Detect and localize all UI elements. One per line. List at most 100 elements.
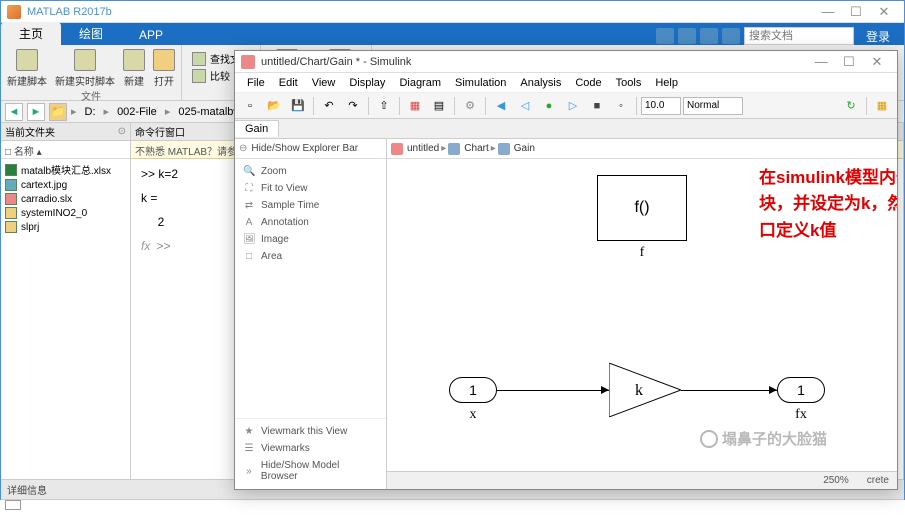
tab-home[interactable]: 主页 bbox=[1, 22, 61, 45]
path-segment[interactable]: D: bbox=[81, 106, 100, 118]
simulink-window: untitled/Chart/Gain * - Simulink — ☐ ✕ F… bbox=[234, 50, 898, 490]
menu-file[interactable]: File bbox=[241, 75, 271, 91]
login-button[interactable]: 登录 bbox=[858, 28, 898, 45]
redo-button[interactable]: ↷ bbox=[342, 96, 364, 116]
simulink-logo-icon bbox=[241, 55, 255, 69]
signal-line[interactable] bbox=[497, 390, 609, 391]
path-fwd-button[interactable]: ► bbox=[27, 103, 45, 121]
undo-button[interactable]: ↶ bbox=[318, 96, 340, 116]
inport-block[interactable]: 1 x bbox=[449, 377, 497, 423]
menu-diagram[interactable]: Diagram bbox=[393, 75, 447, 91]
explorer-item[interactable]: A Annotation bbox=[235, 214, 386, 231]
new-livescript-button[interactable]: 新建实时脚本 bbox=[55, 49, 115, 88]
folder-col-name: 名称 bbox=[14, 147, 34, 158]
matlab-logo-icon bbox=[7, 5, 21, 19]
explorer-item[interactable]: ⇄Sample Time bbox=[235, 197, 386, 214]
menu-simulation[interactable]: Simulation bbox=[449, 75, 512, 91]
explorer-item[interactable]: »Hide/Show Model Browser bbox=[235, 457, 386, 485]
maximize-button[interactable]: ☐ bbox=[842, 4, 870, 20]
gain-value: k bbox=[635, 382, 643, 400]
file-item[interactable]: carradio.slx bbox=[3, 192, 128, 206]
minimize-button[interactable]: — bbox=[807, 54, 835, 69]
maximize-button[interactable]: ☐ bbox=[835, 54, 863, 70]
breadcrumb-segment[interactable]: Chart bbox=[464, 143, 488, 154]
open-button[interactable]: 打开 bbox=[153, 49, 175, 88]
config-button[interactable]: ⚙ bbox=[459, 96, 481, 116]
new-model-button[interactable]: ▫ bbox=[239, 96, 261, 116]
library-browser-button[interactable]: ▦ bbox=[404, 96, 426, 116]
build-button[interactable]: ▦ bbox=[871, 96, 893, 116]
new-script-button[interactable]: 新建脚本 bbox=[7, 49, 47, 88]
stop-button[interactable]: ■ bbox=[586, 96, 608, 116]
help-icon[interactable] bbox=[722, 28, 740, 44]
file-item[interactable]: systemINO2_0 bbox=[3, 206, 128, 220]
outport-block[interactable]: 1 fx bbox=[777, 377, 825, 423]
step-fwd-button[interactable]: ▷ bbox=[562, 96, 584, 116]
qat-icon[interactable] bbox=[656, 28, 674, 44]
explorer-item[interactable]: 🔍Zoom bbox=[235, 163, 386, 180]
breadcrumb-segment[interactable]: untitled bbox=[407, 143, 439, 154]
explorer-item-label: Sample Time bbox=[261, 200, 319, 211]
step-back-button[interactable]: ◀ bbox=[490, 96, 512, 116]
model-explorer-button[interactable]: ▤ bbox=[428, 96, 450, 116]
explorer-item-label: Viewmark this View bbox=[261, 426, 347, 437]
tab-plot[interactable]: 绘图 bbox=[61, 22, 121, 45]
up-button[interactable]: ⇧ bbox=[373, 96, 395, 116]
explorer-item[interactable]: ⛶Fit to View bbox=[235, 180, 386, 197]
gain-block[interactable] bbox=[609, 363, 681, 420]
model-canvas[interactable]: f() f 1 x 1 fx k bbox=[387, 159, 897, 471]
close-button[interactable]: ✕ bbox=[870, 4, 898, 20]
file-item[interactable]: slprj bbox=[3, 220, 128, 234]
explorer-item[interactable]: ☰Viewmarks bbox=[235, 440, 386, 457]
breadcrumb-segment[interactable]: Gain bbox=[514, 143, 535, 154]
path-back-button[interactable]: ◄ bbox=[5, 103, 23, 121]
matlab-titlebar: MATLAB R2017b — ☐ ✕ bbox=[1, 1, 904, 23]
file-item[interactable]: cartext.jpg bbox=[3, 178, 128, 192]
path-up-button[interactable]: 📁 bbox=[49, 103, 67, 121]
path-segment[interactable]: 002-File bbox=[113, 106, 161, 118]
collapse-icon[interactable]: ⊖ bbox=[239, 143, 247, 154]
explorer-item-icon: » bbox=[243, 466, 255, 477]
fast-restart-button[interactable]: ↻ bbox=[840, 96, 862, 116]
simulink-menubar: FileEditViewDisplayDiagramSimulationAnal… bbox=[235, 73, 897, 93]
minimize-button[interactable]: — bbox=[814, 4, 842, 19]
signal-line[interactable] bbox=[681, 390, 777, 391]
fx-icon[interactable]: fx bbox=[141, 239, 150, 253]
explorer-item-label: Annotation bbox=[261, 217, 309, 228]
menu-tools[interactable]: Tools bbox=[610, 75, 648, 91]
block-text: 1 bbox=[469, 382, 477, 398]
file-icon bbox=[5, 193, 17, 205]
sim-mode-select[interactable] bbox=[683, 97, 743, 115]
explorer-item[interactable]: 🖼Image bbox=[235, 231, 386, 248]
save-button[interactable]: 💾 bbox=[287, 96, 309, 116]
qat-icon[interactable] bbox=[700, 28, 718, 44]
tab-app[interactable]: APP bbox=[121, 25, 181, 45]
run-button[interactable]: ● bbox=[538, 96, 560, 116]
menu-analysis[interactable]: Analysis bbox=[514, 75, 567, 91]
stop-time-input[interactable] bbox=[641, 97, 681, 115]
menu-display[interactable]: Display bbox=[343, 75, 391, 91]
file-item[interactable]: matalb模块汇总.xlsx bbox=[3, 161, 128, 178]
menu-help[interactable]: Help bbox=[649, 75, 684, 91]
new-button[interactable]: 新建 bbox=[123, 49, 145, 88]
explorer-item-icon: A bbox=[243, 217, 255, 228]
record-button[interactable]: ◦ bbox=[610, 96, 632, 116]
panel-menu-icon[interactable]: ⊙ bbox=[118, 126, 126, 137]
function-block[interactable]: f() f bbox=[597, 175, 687, 261]
current-folder-panel: 当前文件夹⊙ □ 名称 ▴ matalb模块汇总.xlsxcartext.jpg… bbox=[1, 123, 131, 479]
open-button[interactable]: 📂 bbox=[263, 96, 285, 116]
search-docs-input[interactable] bbox=[744, 27, 854, 45]
menu-view[interactable]: View bbox=[306, 75, 342, 91]
qat-icon[interactable] bbox=[678, 28, 696, 44]
menu-edit[interactable]: Edit bbox=[273, 75, 304, 91]
explorer-item[interactable]: □Area bbox=[235, 248, 386, 265]
command-prompt: >> bbox=[156, 239, 170, 253]
block-text: 1 bbox=[797, 382, 805, 398]
model-tab[interactable]: Gain bbox=[235, 120, 279, 137]
close-button[interactable]: ✕ bbox=[863, 54, 891, 70]
zoom-level[interactable]: 250% bbox=[823, 475, 849, 486]
explorer-item[interactable]: ★Viewmark this View bbox=[235, 423, 386, 440]
step-back-button[interactable]: ◁ bbox=[514, 96, 536, 116]
explorer-bar: ⊖Hide/Show Explorer Bar 🔍Zoom⛶Fit to Vie… bbox=[235, 139, 387, 489]
menu-code[interactable]: Code bbox=[569, 75, 607, 91]
